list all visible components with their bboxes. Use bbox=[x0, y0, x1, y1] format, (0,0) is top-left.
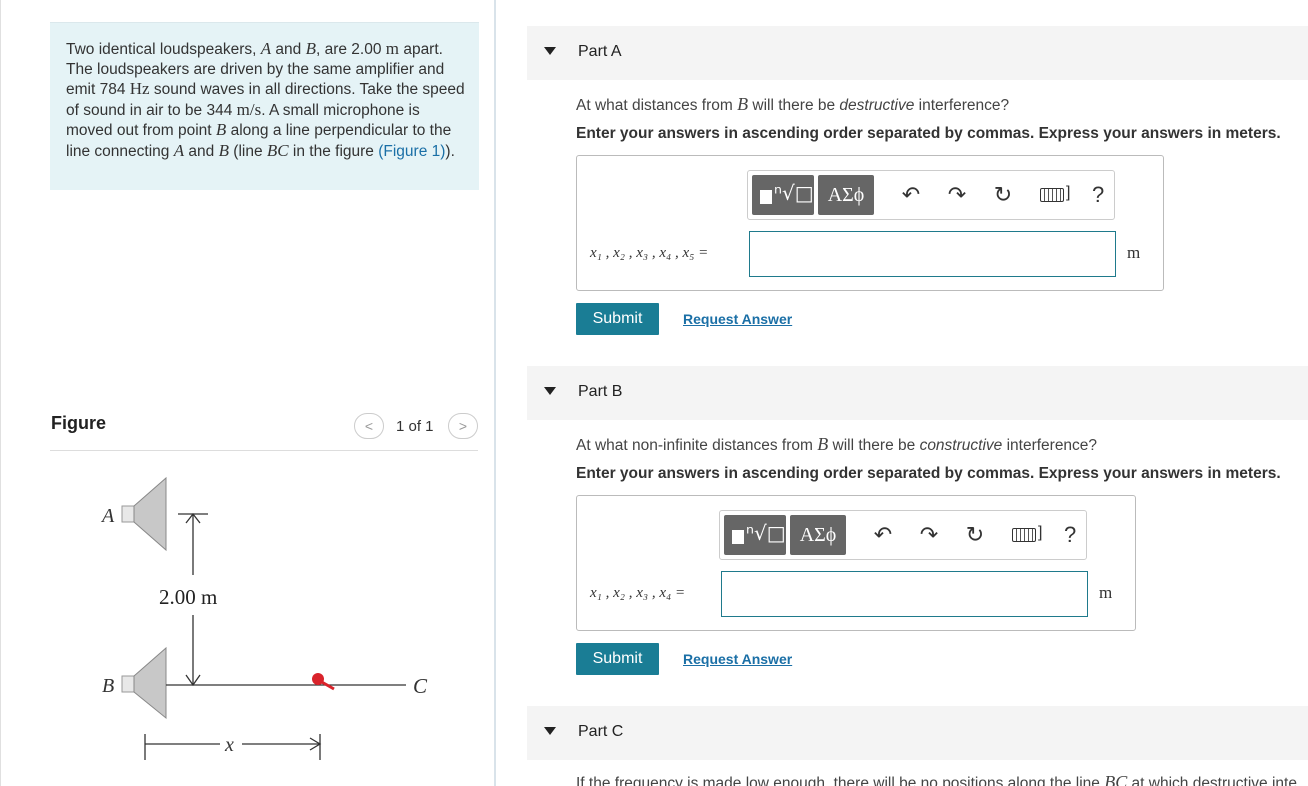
part-b-header[interactable]: Part B bbox=[527, 366, 1308, 420]
microphone-icon bbox=[312, 673, 335, 691]
part-a-variables: x₁ , x₂ , x₃ , x₄ , x₅ = bbox=[590, 245, 709, 261]
caret-down-icon bbox=[544, 387, 556, 395]
part-c-title: Part C bbox=[578, 723, 624, 740]
part-b-question: At what non-infinite distances from B wi… bbox=[576, 434, 1098, 454]
part-b-submit-button[interactable]: Submit bbox=[576, 643, 659, 675]
figure-pager-text: 1 of 1 bbox=[396, 418, 434, 435]
math-toolbar: ⁿ√□ ΑΣϕ ↶ ↷ ↻ ] ? bbox=[747, 170, 1115, 220]
figure-header: Figure < 1 of 1 > bbox=[50, 408, 478, 451]
radical-icon: ⁿ√□ bbox=[774, 181, 814, 205]
part-b-title: Part B bbox=[578, 383, 623, 400]
part-a-submit-button[interactable]: Submit bbox=[576, 303, 659, 335]
square-icon bbox=[732, 530, 744, 544]
previous-figure-button[interactable]: < bbox=[354, 413, 384, 439]
keyboard-bracket: ] bbox=[1038, 524, 1043, 541]
chevron-right-icon: > bbox=[458, 418, 468, 434]
chevron-left-icon: < bbox=[364, 418, 374, 434]
part-b-answer-box: ⁿ√□ ΑΣϕ ↶ ↷ ↻ ] ? x₁ , x₂ , x₃ , x₄ = m bbox=[576, 495, 1136, 631]
part-a-answer-box: ⁿ√□ ΑΣϕ ↶ ↷ ↻ ] ? x₁ , x₂ , x₃ , x₄ , x₅… bbox=[576, 155, 1164, 291]
speaker-b-icon bbox=[121, 646, 167, 720]
figure-title: Figure bbox=[51, 413, 107, 433]
help-icon[interactable]: ? bbox=[1064, 522, 1076, 548]
part-a-answer-input[interactable] bbox=[749, 231, 1116, 277]
symbols-button[interactable]: ΑΣϕ bbox=[790, 515, 846, 555]
label-a: A bbox=[100, 505, 115, 527]
templates-button[interactable]: ⁿ√□ bbox=[724, 515, 786, 555]
caret-down-icon bbox=[544, 727, 556, 735]
part-a-title: Part A bbox=[578, 43, 622, 60]
part-a-question: At what distances from B will there be d… bbox=[576, 94, 1010, 114]
next-figure-button[interactable]: > bbox=[448, 413, 478, 439]
figure-link[interactable]: (Figure 1) bbox=[378, 143, 445, 160]
part-a-unit: m bbox=[1127, 243, 1141, 262]
reset-icon[interactable]: ↻ bbox=[990, 181, 1016, 209]
label-c: C bbox=[413, 674, 428, 698]
undo-icon[interactable]: ↶ bbox=[870, 521, 896, 549]
column-divider bbox=[494, 0, 496, 786]
redo-icon[interactable]: ↷ bbox=[944, 181, 970, 209]
part-b-request-answer-link[interactable]: Request Answer bbox=[683, 651, 792, 667]
undo-icon[interactable]: ↶ bbox=[898, 181, 924, 209]
reset-icon[interactable]: ↻ bbox=[962, 521, 988, 549]
speaker-a-icon bbox=[121, 476, 167, 552]
keyboard-bracket: ] bbox=[1066, 184, 1071, 201]
part-b-answer-input[interactable] bbox=[721, 571, 1088, 617]
part-a-request-answer-link[interactable]: Request Answer bbox=[683, 311, 792, 327]
part-a-header[interactable]: Part A bbox=[527, 26, 1308, 80]
label-b: B bbox=[102, 675, 114, 697]
redo-icon[interactable]: ↷ bbox=[916, 521, 942, 549]
caret-down-icon bbox=[544, 47, 556, 55]
radical-icon: ⁿ√□ bbox=[746, 521, 786, 545]
square-icon bbox=[760, 190, 772, 204]
symbols-button[interactable]: ΑΣϕ bbox=[818, 175, 874, 215]
part-b-variables: x₁ , x₂ , x₃ , x₄ = bbox=[590, 585, 686, 601]
dimension-label: 2.00 m bbox=[159, 585, 217, 609]
help-icon[interactable]: ? bbox=[1092, 182, 1104, 208]
loudspeaker-figure: A B 2.00 m C x bbox=[100, 476, 428, 760]
part-b-unit: m bbox=[1099, 583, 1113, 602]
label-x: x bbox=[224, 734, 234, 756]
keyboard-icon[interactable] bbox=[1040, 188, 1064, 202]
part-b-instruction: Enter your answers in ascending order se… bbox=[576, 465, 1281, 482]
keyboard-icon[interactable] bbox=[1012, 528, 1036, 542]
part-c-question: If the frequency is made low enough, the… bbox=[576, 772, 1297, 786]
problem-statement: Two identical loudspeakers, A and B, are… bbox=[50, 22, 479, 190]
math-toolbar: ⁿ√□ ΑΣϕ ↶ ↷ ↻ ] ? bbox=[719, 510, 1087, 560]
templates-button[interactable]: ⁿ√□ bbox=[752, 175, 814, 215]
part-a-instruction: Enter your answers in ascending order se… bbox=[576, 125, 1281, 142]
part-c-header[interactable]: Part C bbox=[527, 706, 1308, 760]
